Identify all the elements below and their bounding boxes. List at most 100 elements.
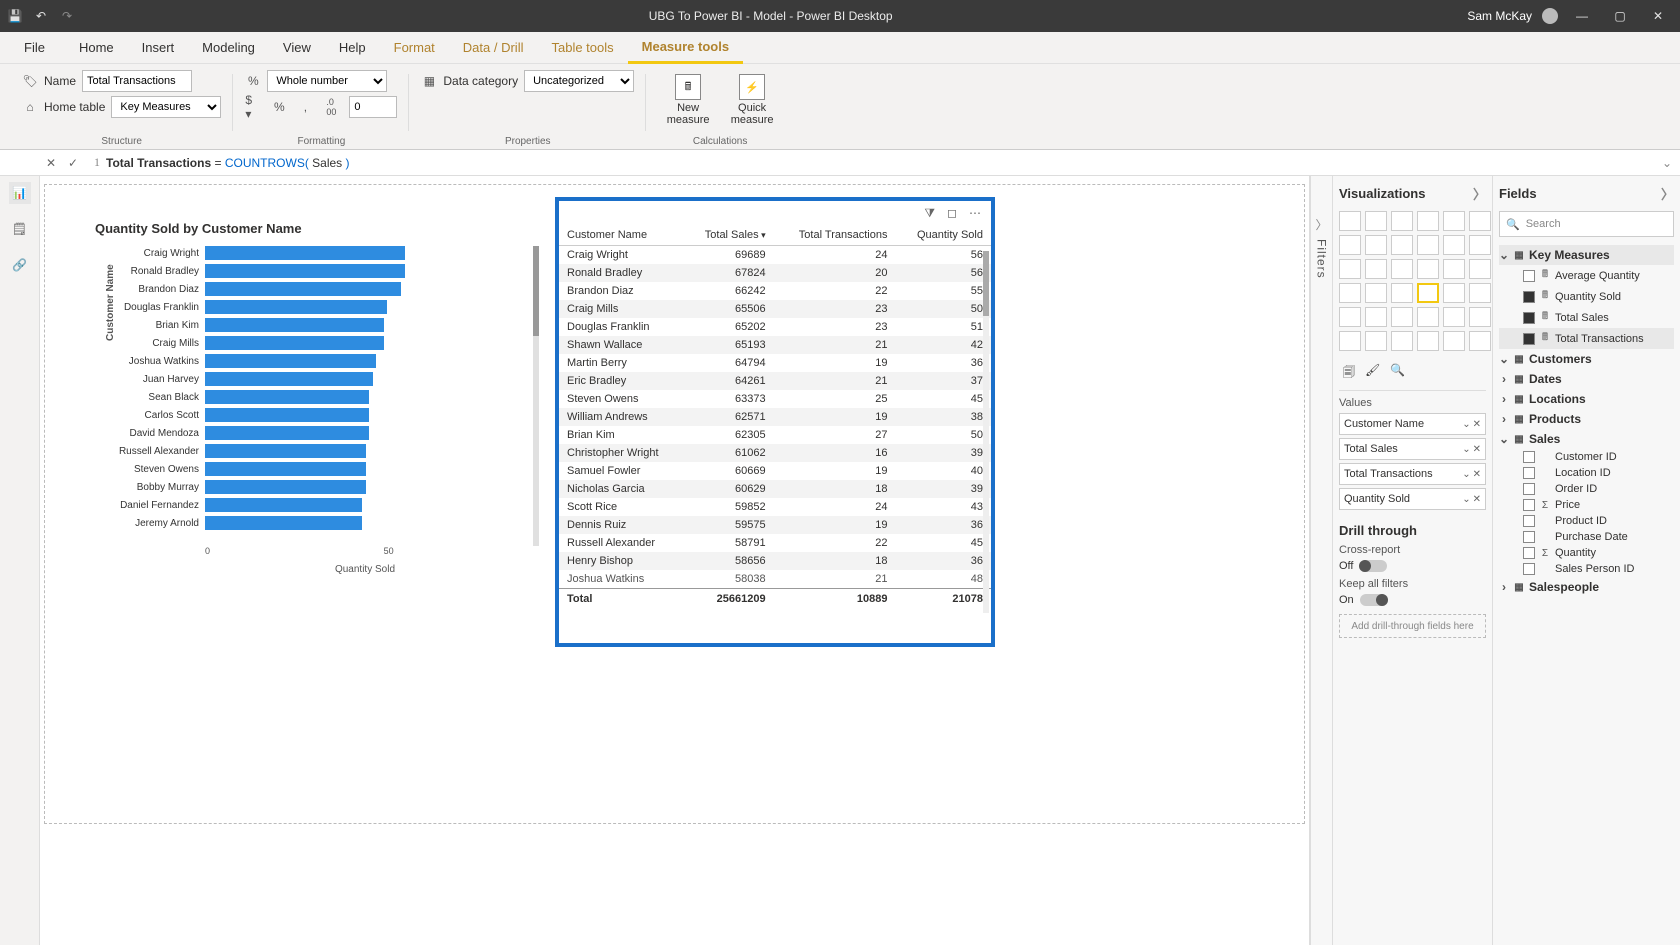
field-checkbox[interactable] [1523, 333, 1535, 345]
viz-type-icon[interactable] [1339, 307, 1361, 327]
viz-type-icon[interactable] [1365, 211, 1387, 231]
bar-rect[interactable] [205, 318, 384, 332]
viz-type-icon[interactable] [1469, 235, 1491, 255]
viz-type-icon[interactable] [1339, 259, 1361, 279]
bar-row[interactable]: Brandon Diaz [205, 282, 401, 296]
bar-rect[interactable] [205, 372, 373, 386]
bar-row[interactable]: Carlos Scott [205, 408, 369, 422]
viz-type-icon[interactable] [1443, 235, 1465, 255]
tab-format[interactable]: Format [380, 32, 449, 64]
viz-type-icon[interactable] [1417, 235, 1439, 255]
quick-measure-button[interactable]: ⚡ Quick measure [722, 68, 782, 132]
bar-rect[interactable] [205, 480, 366, 494]
tab-insert[interactable]: Insert [128, 32, 189, 64]
viz-collapse-icon[interactable]: 〉 [1473, 184, 1486, 203]
bar-rect[interactable] [205, 300, 387, 314]
viz-type-icon[interactable] [1417, 259, 1439, 279]
home-table-select[interactable]: Key Measures [111, 96, 221, 118]
field-well[interactable]: Quantity Sold⌄✕ [1339, 488, 1486, 510]
viz-type-icon[interactable] [1365, 259, 1387, 279]
table-row[interactable]: Eric Bradley642612137 [559, 372, 991, 390]
fields-table-header[interactable]: ›▦Products [1499, 409, 1674, 429]
viz-type-icon[interactable] [1391, 259, 1413, 279]
bar-row[interactable]: Joshua Watkins [205, 354, 376, 368]
viz-type-icon[interactable] [1443, 259, 1465, 279]
field-item[interactable]: Sales Person ID [1499, 561, 1674, 577]
bar-row[interactable]: Bobby Murray [205, 480, 366, 494]
viz-type-icon[interactable] [1365, 283, 1387, 303]
table-column-header[interactable]: Total Transactions [774, 225, 896, 246]
filters-collapse-icon[interactable]: 〉 [1315, 216, 1327, 233]
bar-rect[interactable] [205, 336, 384, 350]
analytics-tool-icon[interactable]: 🔍 [1390, 363, 1405, 384]
save-icon[interactable]: 💾 [8, 9, 22, 23]
bar-row[interactable]: David Mendoza [205, 426, 369, 440]
tab-data-drill[interactable]: Data / Drill [449, 32, 538, 64]
field-checkbox[interactable] [1523, 270, 1535, 282]
close-icon[interactable]: ✕ [1644, 9, 1672, 23]
field-well[interactable]: Total Sales⌄✕ [1339, 438, 1486, 460]
viz-type-icon[interactable] [1339, 211, 1361, 231]
well-remove-icon[interactable]: ✕ [1473, 469, 1481, 480]
data-view-icon[interactable]: 🗒 [9, 218, 31, 240]
bar-rect[interactable] [205, 354, 376, 368]
fields-table-header[interactable]: ⌄▦Sales [1499, 429, 1674, 449]
viz-type-icon[interactable] [1443, 331, 1465, 351]
bar-row[interactable]: Russell Alexander [205, 444, 366, 458]
redo-icon[interactable]: ↷ [60, 9, 74, 23]
formula-commit-icon[interactable]: ✓ [62, 156, 84, 170]
table-row[interactable]: Craig Wright696892456 [559, 246, 991, 265]
report-canvas[interactable]: Quantity Sold by Customer Name Customer … [40, 176, 1310, 945]
fields-search-input[interactable]: 🔍 Search [1499, 211, 1674, 237]
bar-row[interactable]: Daniel Fernandez [205, 498, 362, 512]
bar-row[interactable]: Sean Black [205, 390, 369, 404]
field-checkbox[interactable] [1523, 547, 1535, 559]
fields-table-header[interactable]: ›▦Dates [1499, 369, 1674, 389]
viz-type-icon[interactable] [1365, 307, 1387, 327]
formula-bar[interactable]: ✕ ✓ 1 Total Transactions = COUNTROWS( Sa… [0, 150, 1680, 176]
table-row[interactable]: Russell Alexander587912245 [559, 534, 991, 552]
filter-icon[interactable]: ⧩ [924, 206, 935, 221]
table-row[interactable]: Douglas Franklin652022351 [559, 318, 991, 336]
table-row[interactable]: William Andrews625711938 [559, 408, 991, 426]
field-checkbox[interactable] [1523, 531, 1535, 543]
formula-expand-icon[interactable]: ⌄ [1662, 156, 1680, 170]
table-column-header[interactable]: Total Sales [684, 225, 773, 246]
viz-type-icon[interactable] [1391, 283, 1413, 303]
new-measure-button[interactable]: 🖩 New measure [658, 68, 718, 132]
field-item[interactable]: Location ID [1499, 465, 1674, 481]
viz-type-icon[interactable] [1339, 283, 1361, 303]
well-menu-icon[interactable]: ⌄ [1462, 444, 1470, 455]
fields-collapse-icon[interactable]: 〉 [1661, 184, 1674, 203]
viz-type-icon[interactable] [1365, 235, 1387, 255]
viz-type-icon[interactable] [1417, 331, 1439, 351]
field-item[interactable]: ΣQuantity [1499, 545, 1674, 561]
percent-icon[interactable]: % [271, 99, 287, 115]
table-scrollbar[interactable] [983, 251, 989, 613]
viz-type-icon[interactable] [1417, 283, 1439, 303]
table-row[interactable]: Martin Berry647941936 [559, 354, 991, 372]
well-remove-icon[interactable]: ✕ [1473, 444, 1481, 455]
bar-rect[interactable] [205, 282, 401, 296]
field-item[interactable]: ΣPrice [1499, 497, 1674, 513]
table-row[interactable]: Steven Owens633732545 [559, 390, 991, 408]
bar-row[interactable]: Juan Harvey [205, 372, 373, 386]
table-column-header[interactable]: Customer Name [559, 225, 684, 246]
model-view-icon[interactable]: 🔗 [9, 254, 31, 276]
bar-row[interactable]: Craig Wright [205, 246, 405, 260]
maximize-icon[interactable]: ▢ [1606, 9, 1634, 23]
fields-table-header[interactable]: ⌄▦Key Measures [1499, 245, 1674, 265]
viz-type-icon[interactable] [1443, 211, 1465, 231]
viz-type-icon[interactable] [1469, 331, 1491, 351]
field-well[interactable]: Total Transactions⌄✕ [1339, 463, 1486, 485]
well-menu-icon[interactable]: ⌄ [1462, 469, 1470, 480]
field-item[interactable]: Product ID [1499, 513, 1674, 529]
format-tool-icon[interactable]: 🖌 [1365, 363, 1380, 384]
bar-row[interactable]: Steven Owens [205, 462, 366, 476]
fields-tool-icon[interactable]: 🗐 [1343, 363, 1355, 384]
viz-type-icon[interactable] [1391, 331, 1413, 351]
viz-type-icon[interactable] [1339, 235, 1361, 255]
viz-type-icon[interactable] [1417, 307, 1439, 327]
bar-rect[interactable] [205, 498, 362, 512]
bar-row[interactable]: Craig Mills [205, 336, 384, 350]
